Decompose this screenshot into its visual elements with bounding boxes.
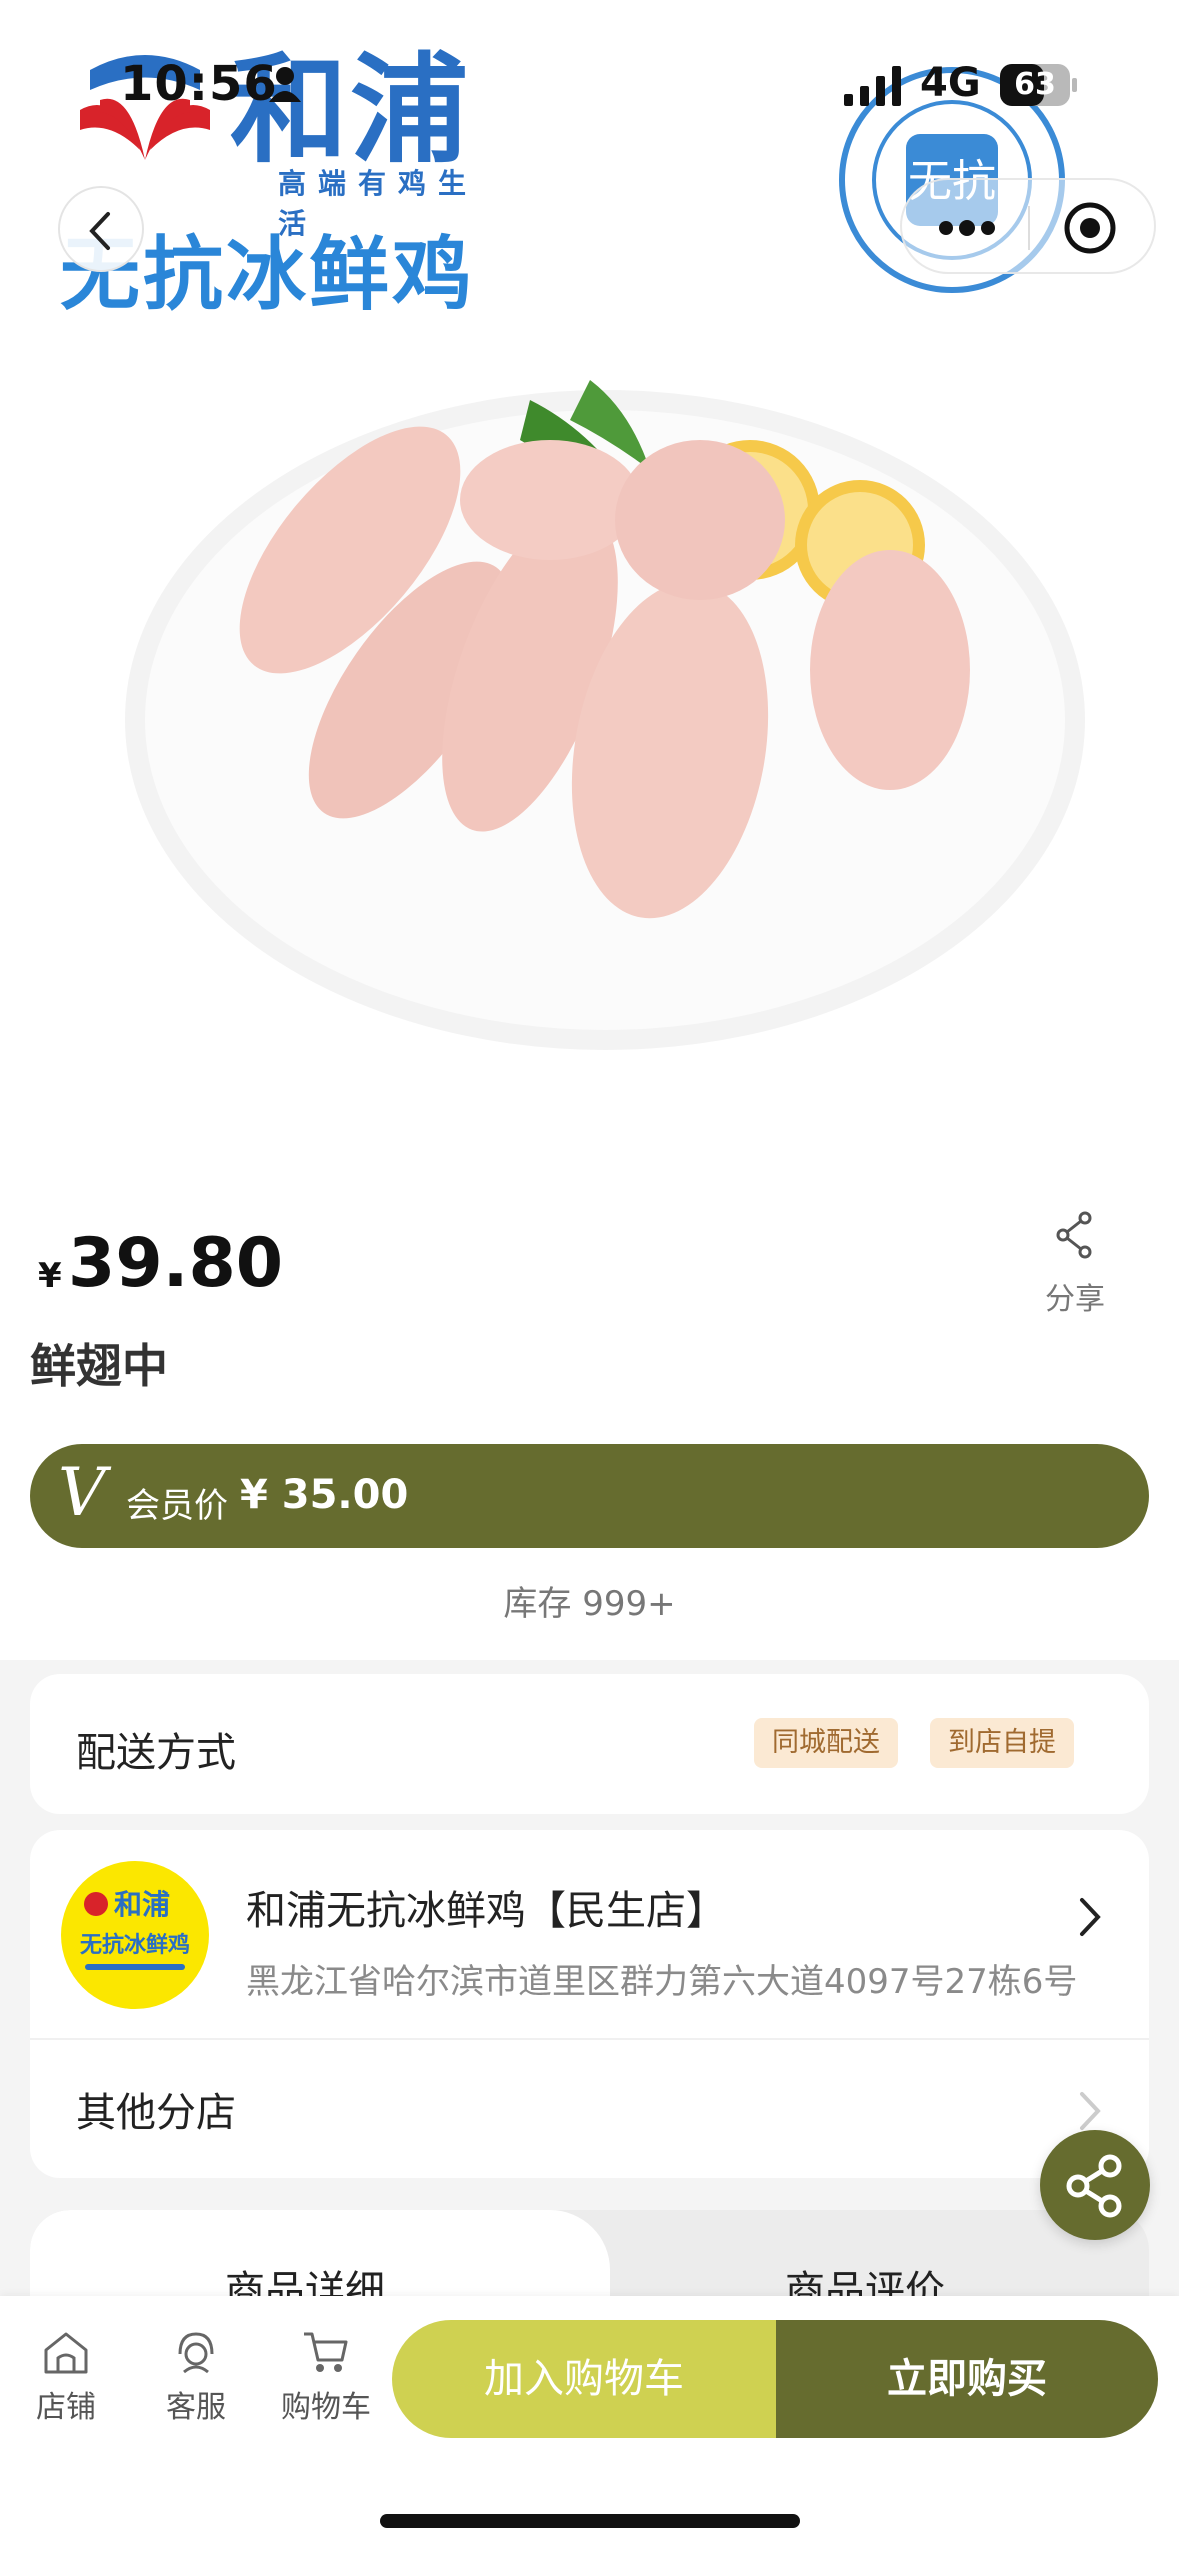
signal-icon <box>844 66 901 106</box>
add-to-cart-button[interactable]: 加入购物车 <box>392 2320 776 2438</box>
product-image[interactable]: 和浦 高端有鸡生活 无抗冰鲜鸡 无抗 <box>0 0 1179 1180</box>
status-time: 10:56 <box>120 56 278 112</box>
tag-local-delivery: 同城配送 <box>754 1718 898 1768</box>
product-price: 39.80 <box>68 1224 284 1303</box>
miniapp-capsule <box>900 178 1156 274</box>
other-branches-label[interactable]: 其他分店 <box>76 2080 236 2138</box>
store-card: 和浦 无抗冰鲜鸡 和浦无抗冰鲜鸡【民生店】 黑龙江省哈尔滨市道里区群力第六大道4… <box>30 1830 1149 2178</box>
member-price-label: 会员价 <box>126 1486 228 1526</box>
nav-cart[interactable]: 购物车 <box>266 2326 386 2426</box>
share-label: 分享 <box>1045 1282 1105 1317</box>
delivery-title: 配送方式 <box>76 1730 236 1776</box>
buy-now-button[interactable]: 立即购买 <box>776 2320 1158 2438</box>
stock-info: 库存 999+ <box>503 1584 676 1624</box>
member-v-icon: V <box>58 1454 106 1531</box>
chevron-right-icon[interactable] <box>1070 2086 1110 2136</box>
more-icon[interactable] <box>932 208 1002 248</box>
product-name: 鲜翅中 <box>30 1339 168 1393</box>
customer-service-icon <box>178 2332 214 2374</box>
store-name[interactable]: 和浦无抗冰鲜鸡【民生店】 <box>246 1878 726 1936</box>
nav-customer-service-label: 客服 <box>166 2390 226 2425</box>
chevron-right-icon[interactable] <box>1070 1892 1110 1942</box>
nav-store-label: 店铺 <box>36 2390 96 2425</box>
close-miniapp-icon[interactable] <box>1062 200 1118 256</box>
store-logo-brand: 和浦 <box>114 1888 170 1921</box>
member-price-value: ¥ 35.00 <box>240 1472 409 1518</box>
person-icon <box>269 67 301 102</box>
nav-customer-service[interactable]: 客服 <box>136 2326 256 2426</box>
home-indicator <box>380 2514 800 2528</box>
share-icon <box>1066 2154 1122 2218</box>
tag-store-pickup: 到店自提 <box>930 1718 1074 1768</box>
share-icon <box>1056 1211 1092 1259</box>
member-price-bar[interactable]: V 会员价 ¥ 35.00 <box>30 1444 1149 1548</box>
store-icon <box>44 2332 88 2374</box>
nav-store[interactable]: 店铺 <box>6 2326 126 2426</box>
share-button[interactable]: 分享 <box>1040 1210 1110 1330</box>
floating-share-button[interactable] <box>1040 2130 1150 2240</box>
battery-icon: 63 <box>1000 64 1077 106</box>
price-card: ¥ 39.80 鲜翅中 分享 V 会员价 ¥ 35.00 库存 999+ <box>0 1180 1179 1660</box>
chevron-left-icon <box>89 212 110 250</box>
delivery-card: 配送方式 同城配送 到店自提 <box>30 1674 1149 1814</box>
network-type: 4G <box>920 60 981 106</box>
store-address: 黑龙江省哈尔滨市道里区群力第六大道4097号27栋6号 <box>246 1962 1078 2002</box>
chicken-wings-photo <box>125 380 1085 1050</box>
store-logo-text: 无抗冰鲜鸡 <box>80 1932 190 1958</box>
battery-level: 63 <box>1014 67 1056 102</box>
currency-symbol: ¥ <box>38 1256 62 1296</box>
nav-cart-label: 购物车 <box>281 2390 371 2425</box>
back-button[interactable] <box>58 186 144 272</box>
cart-icon <box>304 2332 348 2372</box>
store-logo[interactable]: 和浦 无抗冰鲜鸡 <box>60 1860 210 2010</box>
